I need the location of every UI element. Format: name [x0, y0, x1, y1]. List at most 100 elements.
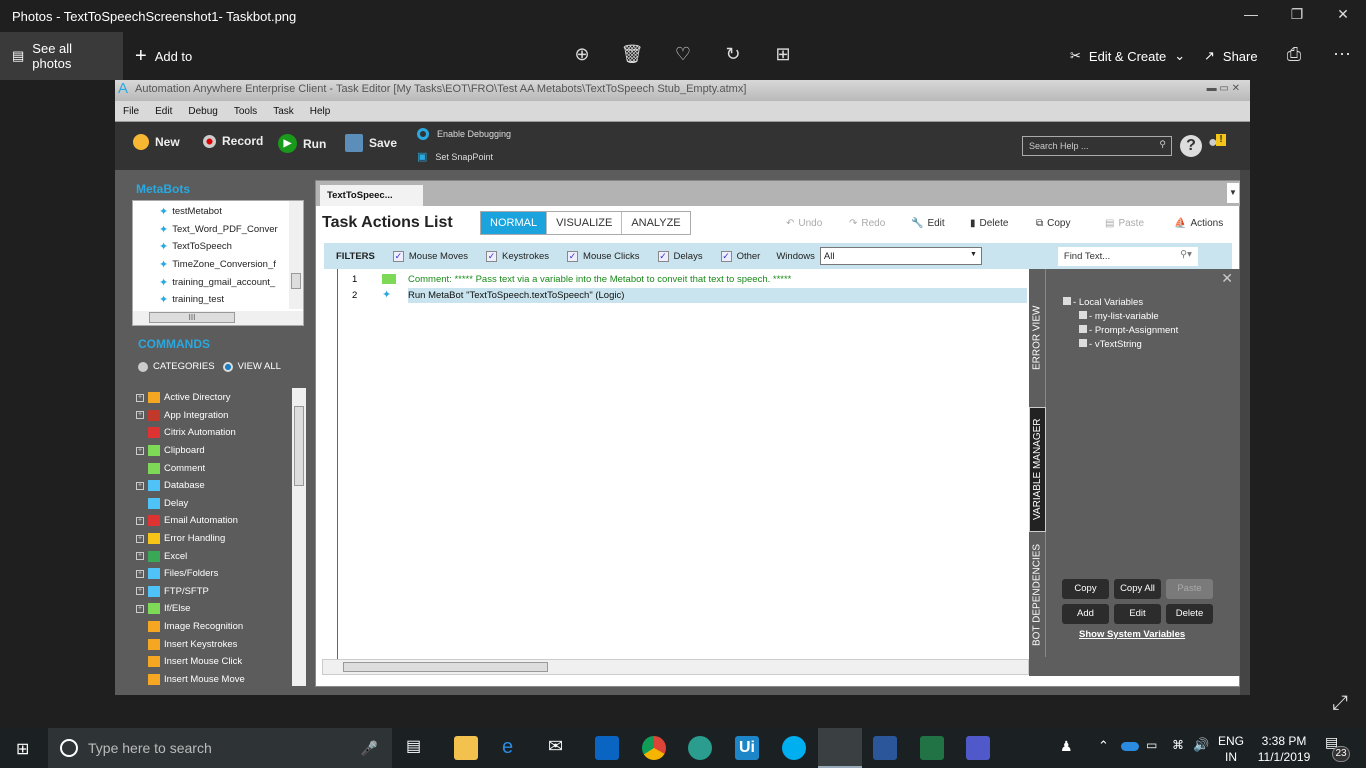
filter-checkbox[interactable]: ✓ Mouse Clicks: [567, 250, 640, 262]
var-paste-button[interactable]: Paste: [1166, 579, 1213, 599]
command-item[interactable]: Insert Mouse Move: [132, 671, 306, 689]
set-snappoint-button[interactable]: ▣ Set SnapPoint: [417, 150, 493, 163]
print-icon[interactable]: ⎙: [1282, 44, 1306, 65]
edge-icon[interactable]: e: [502, 736, 526, 760]
copy-button[interactable]: ⧉ Copy: [1036, 218, 1071, 229]
var-edit-button[interactable]: Edit: [1114, 604, 1161, 624]
command-item[interactable]: Delay: [132, 495, 306, 513]
command-item[interactable]: Citrix Automation: [132, 424, 306, 442]
record-button[interactable]: Record: [203, 134, 263, 148]
paste-button[interactable]: ▤ Paste: [1105, 218, 1144, 229]
command-item[interactable]: Comment: [132, 459, 306, 477]
user-alert-icon[interactable]: ! ●: [1208, 134, 1228, 156]
command-item[interactable]: + Database: [132, 477, 306, 495]
task-row-2[interactable]: 2 ✦ Run MetaBot "TextToSpeech.textToSpeech…: [352, 287, 1027, 303]
expand-icon[interactable]: +: [136, 534, 144, 543]
command-item[interactable]: Insert Mouse Click: [132, 653, 306, 671]
local-variables-node[interactable]: - Local Variables: [1063, 297, 1178, 308]
var-copy-all-button[interactable]: Copy All: [1114, 579, 1161, 599]
metabot-item[interactable]: ✦ testMetabot: [133, 203, 289, 221]
variable-node[interactable]: - vTextString: [1063, 339, 1178, 350]
taskbar-search[interactable]: Type here to search 🎤: [48, 728, 392, 768]
mode-normal[interactable]: NORMAL: [481, 212, 548, 234]
command-item[interactable]: + Email Automation: [132, 512, 306, 530]
zoom-icon[interactable]: ⊕: [570, 44, 594, 65]
undo-button[interactable]: ↶ Undo: [786, 218, 822, 229]
command-item[interactable]: + Clipboard: [132, 442, 306, 460]
command-item[interactable]: + Files/Folders: [132, 565, 306, 583]
file-explorer-icon[interactable]: [454, 736, 478, 760]
wifi-icon[interactable]: ⌘: [1172, 738, 1184, 752]
battery-icon[interactable]: ▭: [1146, 738, 1157, 752]
mode-visualize[interactable]: VISUALIZE: [547, 212, 623, 234]
tab-texttospeech[interactable]: TextToSpeec...: [320, 185, 423, 206]
heart-icon[interactable]: ♡: [671, 44, 695, 65]
show-system-variables-link[interactable]: Show System Variables: [1079, 629, 1185, 640]
command-item[interactable]: + FTP/SFTP: [132, 583, 306, 601]
onedrive-icon[interactable]: [1121, 742, 1139, 751]
tab-variable-manager[interactable]: VARIABLE MANAGER: [1029, 407, 1046, 532]
menu-help[interactable]: Help: [302, 106, 339, 117]
metabot-item[interactable]: ✦ Text_Word_PDF_Conver: [133, 221, 289, 239]
expand-icon[interactable]: +: [136, 446, 144, 455]
command-item[interactable]: + Active Directory: [132, 389, 306, 407]
expand-icon[interactable]: +: [136, 552, 144, 561]
chevron-up-icon[interactable]: ⌃: [1098, 738, 1109, 754]
tab-bot-dependencies[interactable]: BOT DEPENDENCIES: [1029, 532, 1046, 657]
expand-icon[interactable]: [1079, 325, 1087, 333]
metabot-item[interactable]: ✦ training_test: [133, 291, 289, 309]
more-icon[interactable]: ⋯: [1330, 44, 1354, 65]
enable-debugging-toggle[interactable]: Enable Debugging: [417, 128, 511, 140]
fullscreen-icon[interactable]: ⤢: [1332, 692, 1348, 715]
save-button[interactable]: Save: [345, 134, 397, 152]
task-view-icon[interactable]: ▤: [406, 736, 430, 760]
add-to-button[interactable]: + Add to: [123, 32, 204, 80]
delete-icon[interactable]: 🗑: [620, 44, 644, 65]
new-button[interactable]: New: [133, 134, 180, 150]
volume-icon[interactable]: 🔊: [1193, 737, 1209, 753]
filter-checkbox[interactable]: ✓ Delays: [657, 250, 703, 262]
mode-analyze[interactable]: ANALYZE: [622, 212, 689, 234]
crop-icon[interactable]: ⊞: [771, 44, 795, 65]
word-icon[interactable]: [873, 736, 897, 760]
command-item[interactable]: Image Recognition: [132, 618, 306, 636]
windows-select[interactable]: All ▼: [819, 247, 982, 265]
menu-edit[interactable]: Edit: [147, 106, 180, 117]
variable-node[interactable]: - my-list-variable: [1063, 311, 1178, 322]
expand-icon[interactable]: [1079, 339, 1087, 347]
expand-icon[interactable]: +: [136, 604, 144, 613]
expand-icon[interactable]: [1079, 311, 1087, 319]
windows-start-icon[interactable]: ⊞: [16, 739, 29, 759]
commands-vscroll[interactable]: [292, 388, 306, 686]
minimize-button[interactable]: —: [1236, 6, 1266, 22]
skype-icon[interactable]: [782, 736, 806, 760]
expand-icon[interactable]: +: [136, 569, 144, 578]
delete-button[interactable]: ▮ Delete: [970, 218, 1008, 229]
metabot-item[interactable]: ✦ training_gmail_account_: [133, 273, 289, 291]
command-item[interactable]: + If/Else: [132, 600, 306, 618]
maximize-button[interactable]: ❐: [1282, 6, 1312, 23]
chrome-icon[interactable]: [642, 736, 666, 760]
redo-button[interactable]: ↷ Redo: [849, 218, 885, 229]
menu-debug[interactable]: Debug: [180, 106, 225, 117]
menu-file[interactable]: File: [115, 106, 147, 117]
help-icon[interactable]: ?: [1180, 135, 1202, 157]
language-indicator[interactable]: ENG IN: [1218, 733, 1244, 765]
search-help-input[interactable]: Search Help ... ⚲: [1022, 136, 1172, 156]
see-all-photos-button[interactable]: ▤ See all photos: [0, 32, 123, 80]
filter-checkbox[interactable]: ✓ Other: [720, 250, 760, 262]
teams-icon[interactable]: [966, 736, 990, 760]
excel-icon[interactable]: [920, 736, 944, 760]
command-item[interactable]: + Error Handling: [132, 530, 306, 548]
tab-error-view[interactable]: ERROR VIEW: [1029, 269, 1046, 407]
metabots-hscroll[interactable]: III: [133, 311, 303, 325]
app-icon[interactable]: [688, 736, 712, 760]
expand-icon[interactable]: +: [136, 587, 144, 596]
tab-dropdown-icon[interactable]: ▼: [1227, 183, 1239, 203]
view-all-radio[interactable]: VIEW ALL: [222, 361, 281, 372]
metabot-item[interactable]: ✦ TimeZone_Conversion_f: [133, 256, 289, 274]
task-list-hscroll[interactable]: [322, 659, 1029, 675]
command-item[interactable]: + Excel: [132, 547, 306, 565]
rotate-icon[interactable]: ↻: [721, 44, 745, 65]
clock[interactable]: 3:38 PM 11/1/2019: [1256, 733, 1312, 765]
